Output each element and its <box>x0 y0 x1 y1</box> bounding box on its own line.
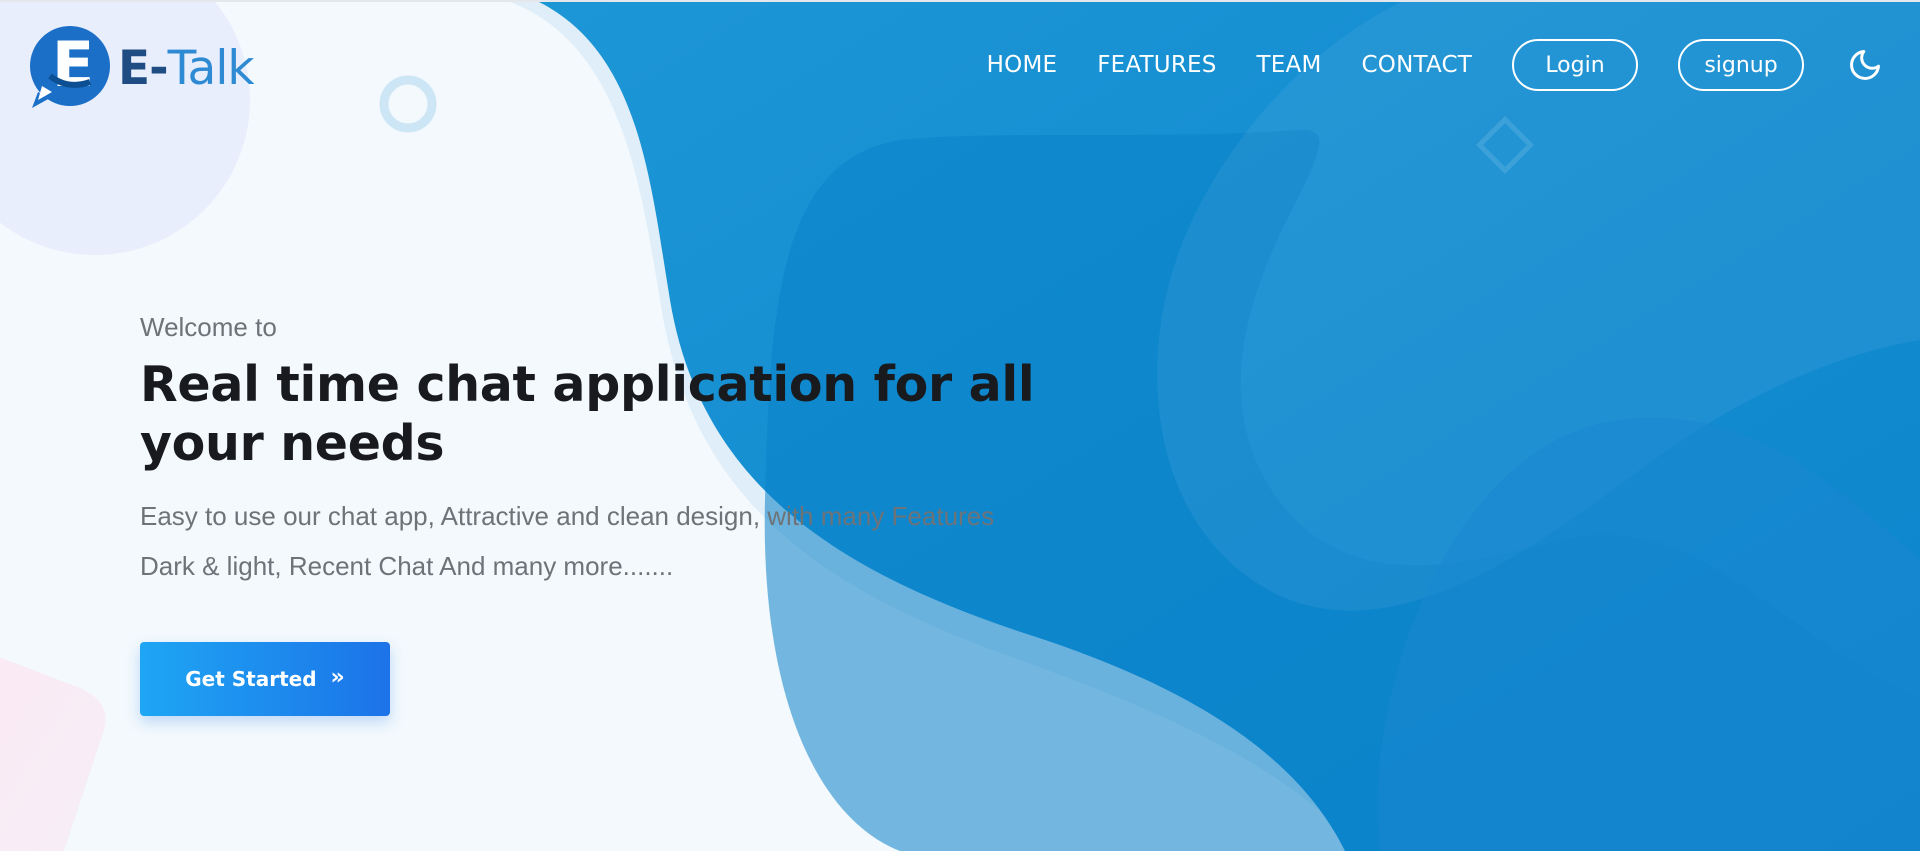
brand-name-main: Talk <box>167 40 255 96</box>
signup-button[interactable]: signup <box>1678 39 1804 91</box>
hero-eyebrow: Welcome to <box>140 312 277 342</box>
brand-logo[interactable]: E E-Talk <box>28 24 255 110</box>
nav-home[interactable]: HOME <box>987 37 1058 93</box>
decor-ring <box>379 75 437 133</box>
top-border <box>0 0 1920 2</box>
hero-description: Easy to use our chat app, Attractive and… <box>140 491 1100 591</box>
hero-section: Welcome to Real time chat application fo… <box>140 312 1100 591</box>
nav-features[interactable]: FEATURES <box>1097 37 1216 93</box>
main-navigation: HOME FEATURES TEAM CONTACT Login signup <box>987 37 1884 93</box>
chat-bubble-logo-icon: E <box>30 26 110 108</box>
brand-name-dash: - <box>149 40 168 96</box>
hero-description-line: Easy to use our chat app, Attractive and… <box>140 501 995 531</box>
nav-contact[interactable]: CONTACT <box>1362 37 1472 93</box>
get-started-button[interactable]: Get Started » <box>140 642 390 716</box>
decor-pink-shape <box>0 657 106 851</box>
theme-toggle-button[interactable] <box>1846 46 1884 84</box>
brand-name: E-Talk <box>118 45 255 92</box>
brand-name-letter: E <box>118 40 150 96</box>
hero-headline: Real time chat application for all your … <box>140 356 1035 472</box>
get-started-label: Get Started <box>185 667 317 691</box>
login-button[interactable]: Login <box>1512 39 1638 91</box>
double-chevron-right-icon: » <box>330 665 345 690</box>
hero-description-line: Dark & light, Recent Chat And many more.… <box>140 551 674 581</box>
logo-letter: E <box>52 28 94 101</box>
moon-icon <box>1850 50 1880 80</box>
nav-team[interactable]: TEAM <box>1257 37 1322 93</box>
